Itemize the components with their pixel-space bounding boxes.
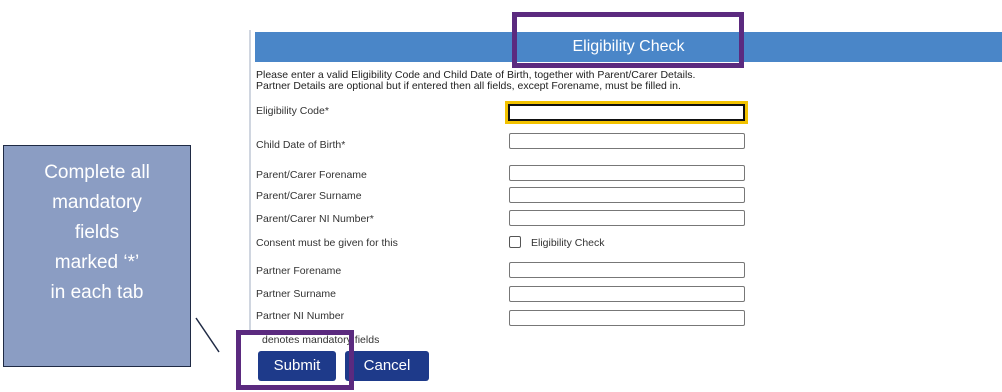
callout-connector-line (195, 317, 220, 353)
